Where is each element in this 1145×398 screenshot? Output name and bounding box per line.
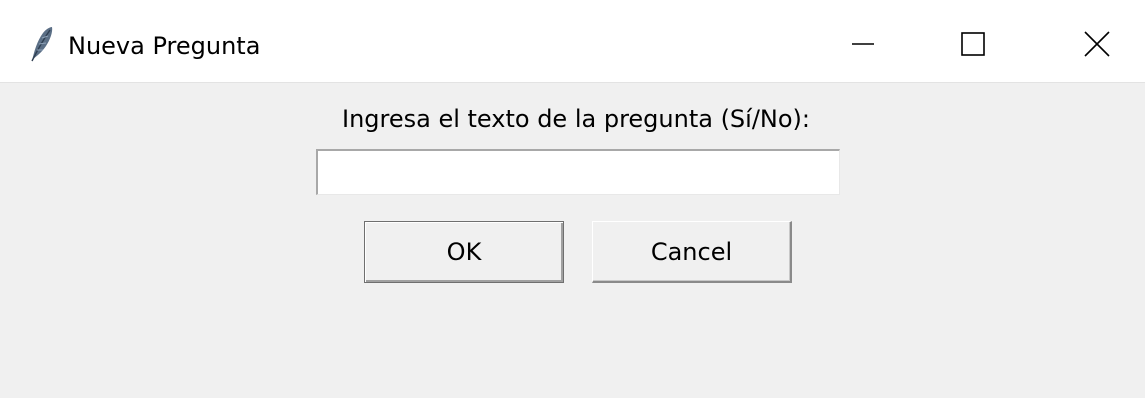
dialog-body: Ingresa el texto de la pregunta (Sí/No):… — [0, 83, 1145, 398]
ok-button[interactable]: OK — [364, 221, 564, 283]
maximize-icon — [961, 32, 985, 56]
prompt-label: Ingresa el texto de la pregunta (Sí/No): — [341, 105, 811, 133]
title-bar[interactable]: Nueva Pregunta — [0, 0, 1145, 83]
feather-icon — [28, 26, 54, 62]
cancel-button[interactable]: Cancel — [592, 221, 792, 283]
close-button[interactable] — [1035, 0, 1145, 83]
question-input[interactable] — [316, 149, 840, 195]
close-icon — [1084, 31, 1110, 57]
minimize-button[interactable] — [808, 0, 918, 83]
maximize-button[interactable] — [918, 0, 1028, 83]
window-title: Nueva Pregunta — [68, 32, 261, 60]
minimize-icon — [852, 43, 874, 45]
